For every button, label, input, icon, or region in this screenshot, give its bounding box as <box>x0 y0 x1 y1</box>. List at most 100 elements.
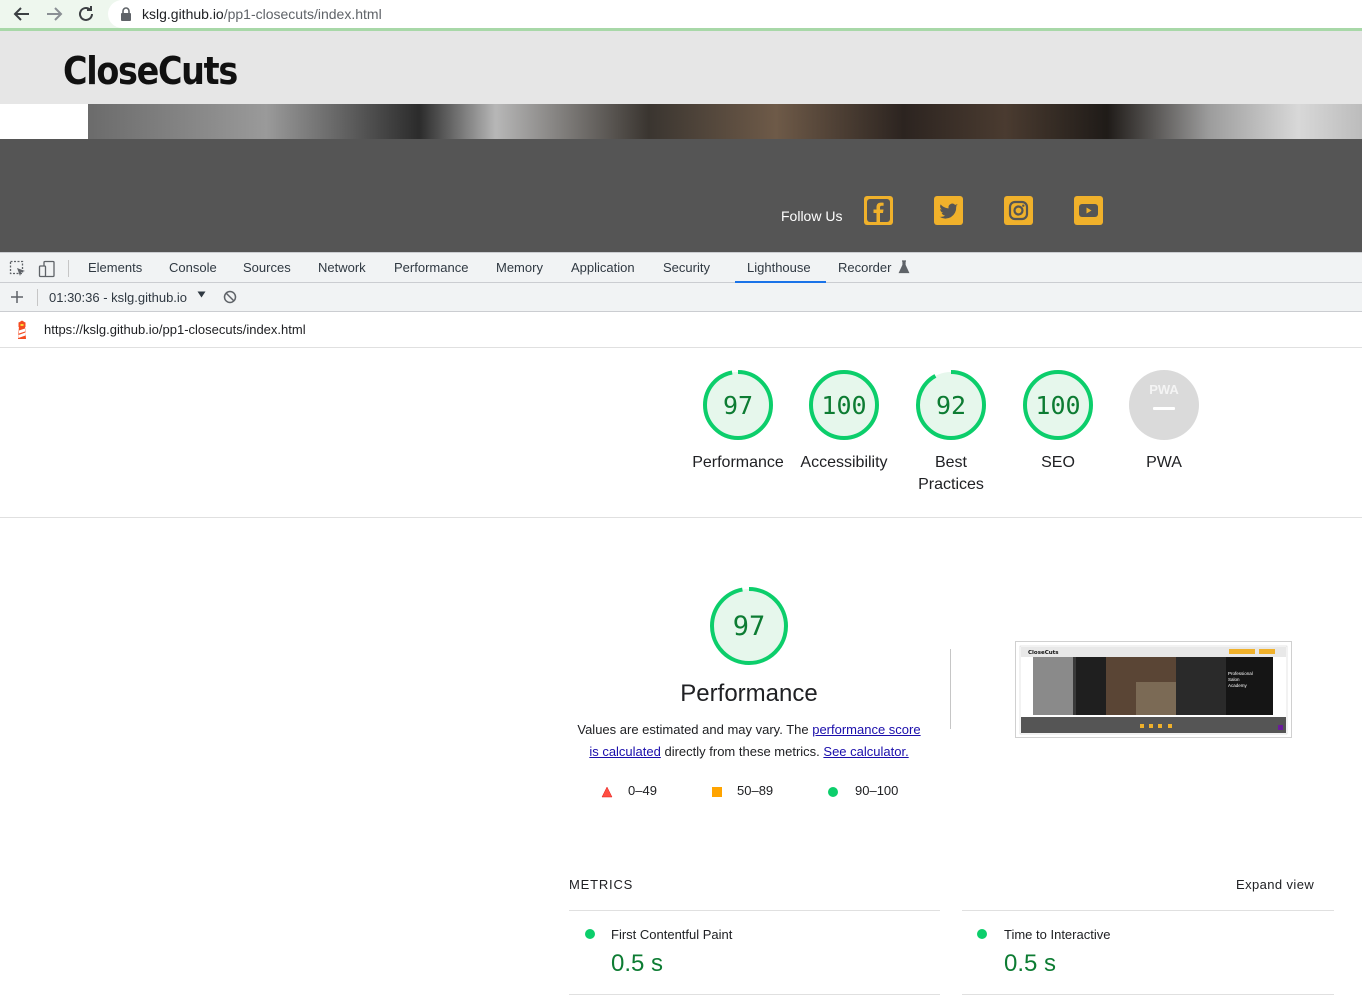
site-header: CloseCuts <box>0 31 1362 104</box>
forward-arrow-icon[interactable] <box>42 2 66 26</box>
lock-icon <box>120 7 132 26</box>
lighthouse-logo-icon <box>14 320 30 345</box>
vertical-divider <box>950 649 951 729</box>
metric-fcp-value: 0.5 s <box>611 950 664 977</box>
thumbnail-hero-text-2: Salon <box>1228 677 1240 682</box>
toolbar-separator <box>68 260 69 277</box>
new-report-icon[interactable] <box>10 287 24 312</box>
gauge-best-practices-label-line2: Practices <box>918 476 984 493</box>
gauge-best-practices-label-line1: Best <box>934 454 967 471</box>
tab-network[interactable]: Network <box>318 260 366 275</box>
performance-score-link-cont[interactable]: is calculated <box>589 744 661 759</box>
gauge-accessibility-score: 100 <box>821 391 866 420</box>
flask-icon <box>898 260 910 279</box>
metric-divider <box>962 910 1334 911</box>
gauge-performance-ring: 97 <box>703 370 773 440</box>
tab-security[interactable]: Security <box>663 260 710 275</box>
metric-pass-icon <box>585 929 595 939</box>
tab-lighthouse[interactable]: Lighthouse <box>747 260 811 275</box>
gauge-performance-score: 97 <box>723 391 753 420</box>
pwa-badge-icon: PWA <box>1129 370 1199 440</box>
metric-divider <box>569 910 940 911</box>
metric-pass-icon <box>977 929 987 939</box>
thumbnail-logo: CloseCuts <box>1028 650 1059 656</box>
performance-gauge-large-ring: 97 <box>710 587 788 665</box>
back-arrow-icon[interactable] <box>10 2 34 26</box>
metrics-heading: METRICS <box>569 877 634 892</box>
gauge-pwa-label: PWA <box>1146 454 1182 471</box>
tab-sources[interactable]: Sources <box>243 260 291 275</box>
report-selector[interactable]: 01:30:36 - kslg.github.io <box>49 290 187 305</box>
facebook-icon[interactable] <box>864 196 893 225</box>
tab-memory[interactable]: Memory <box>496 260 543 275</box>
browser-toolbar: kslg.github.io/pp1-closecuts/index.html <box>0 0 1362 28</box>
gauge-seo-score: 100 <box>1035 391 1080 420</box>
metric-divider <box>569 994 940 995</box>
gauge-best-practices-label: Best Practices <box>896 452 1006 496</box>
fail-triangle-icon <box>601 785 613 803</box>
thumbnail-hero-text-3: Academy <box>1228 683 1248 688</box>
report-url-row: https://kslg.github.io/pp1-closecuts/ind… <box>0 312 1362 348</box>
hero-image <box>88 104 1362 139</box>
description-text-mid: directly from these metrics. <box>660 744 824 759</box>
hero-strip <box>0 104 1362 139</box>
dropdown-caret-icon[interactable] <box>197 290 206 302</box>
device-toolbar-icon[interactable] <box>38 260 56 283</box>
gauge-pwa-badge: PWA <box>1149 382 1179 397</box>
pass-circle-icon <box>827 785 839 803</box>
tab-application[interactable]: Application <box>571 260 635 275</box>
legend-pass-range: 90–100 <box>855 783 899 798</box>
address-url: kslg.github.io/pp1-closecuts/index.html <box>142 6 382 22</box>
toolbar-separator <box>37 289 38 306</box>
metric-divider <box>962 994 1334 995</box>
metric-tti-label: Time to Interactive <box>1004 927 1111 942</box>
gauge-pwa[interactable]: PWA <box>1128 369 1200 441</box>
performance-gauge-large: 97 <box>709 586 789 671</box>
average-square-icon <box>711 785 723 803</box>
thumbnail-hero-text-1: Professional <box>1228 671 1253 676</box>
legend-fail-range: 0–49 <box>628 783 657 798</box>
thumbnail-screenshot: CloseCuts Professional Salon Academy <box>1019 645 1288 735</box>
performance-score-large: 97 <box>733 611 766 642</box>
section-divider <box>0 517 1362 518</box>
description-text: Values are estimated and may vary. The <box>577 722 813 737</box>
gauge-seo[interactable]: 100 <box>1022 369 1094 441</box>
metric-fcp-label: First Contentful Paint <box>611 927 733 942</box>
address-bar[interactable]: kslg.github.io/pp1-closecuts/index.html <box>108 0 1362 28</box>
gauge-pwa-dash <box>1153 407 1175 410</box>
gauge-best-practices-score: 92 <box>936 391 966 420</box>
instagram-icon[interactable] <box>1004 196 1033 225</box>
gauge-best-practices[interactable]: 92 <box>915 369 987 441</box>
metric-tti-value: 0.5 s <box>1004 950 1057 977</box>
lighthouse-toolbar: 01:30:36 - kslg.github.io <box>0 283 1362 312</box>
twitter-icon[interactable] <box>934 196 963 225</box>
follow-us-label: Follow Us <box>781 208 843 224</box>
youtube-icon[interactable] <box>1074 196 1103 225</box>
tab-performance[interactable]: Performance <box>394 260 468 275</box>
performance-score-link[interactable]: performance score <box>812 722 920 737</box>
devtools-tab-bar: Elements Console Sources Network Perform… <box>0 252 1362 283</box>
legend-average-range: 50–89 <box>737 783 774 798</box>
tab-elements[interactable]: Elements <box>88 260 142 275</box>
clear-reports-icon[interactable] <box>223 290 237 309</box>
gauge-accessibility[interactable]: 100 <box>808 369 880 441</box>
report-url[interactable]: https://kslg.github.io/pp1-closecuts/ind… <box>44 322 306 337</box>
gauge-performance-label: Performance <box>692 454 784 471</box>
see-calculator-link[interactable]: See calculator. <box>823 744 908 759</box>
gauge-seo-ring: 100 <box>1023 370 1093 440</box>
gauge-accessibility-ring: 100 <box>809 370 879 440</box>
reload-icon[interactable] <box>74 2 98 26</box>
site-logo[interactable]: CloseCuts <box>63 49 238 93</box>
gauge-best-practices-ring: 92 <box>916 370 986 440</box>
inspect-element-icon[interactable] <box>9 260 27 283</box>
final-screenshot-thumbnail[interactable]: CloseCuts Professional Salon Academy <box>1015 641 1292 738</box>
performance-description: Values are estimated and may vary. The p… <box>570 719 928 763</box>
tab-recorder[interactable]: Recorder <box>838 260 891 275</box>
performance-title: Performance <box>680 680 818 707</box>
expand-view-toggle[interactable]: Expand view <box>1236 877 1314 892</box>
site-footer: Follow Us <box>0 139 1362 252</box>
gauge-performance[interactable]: 97 <box>702 369 774 441</box>
gauge-seo-label: SEO <box>1041 454 1075 471</box>
gauge-accessibility-label: Accessibility <box>800 454 888 471</box>
tab-console[interactable]: Console <box>169 260 217 275</box>
